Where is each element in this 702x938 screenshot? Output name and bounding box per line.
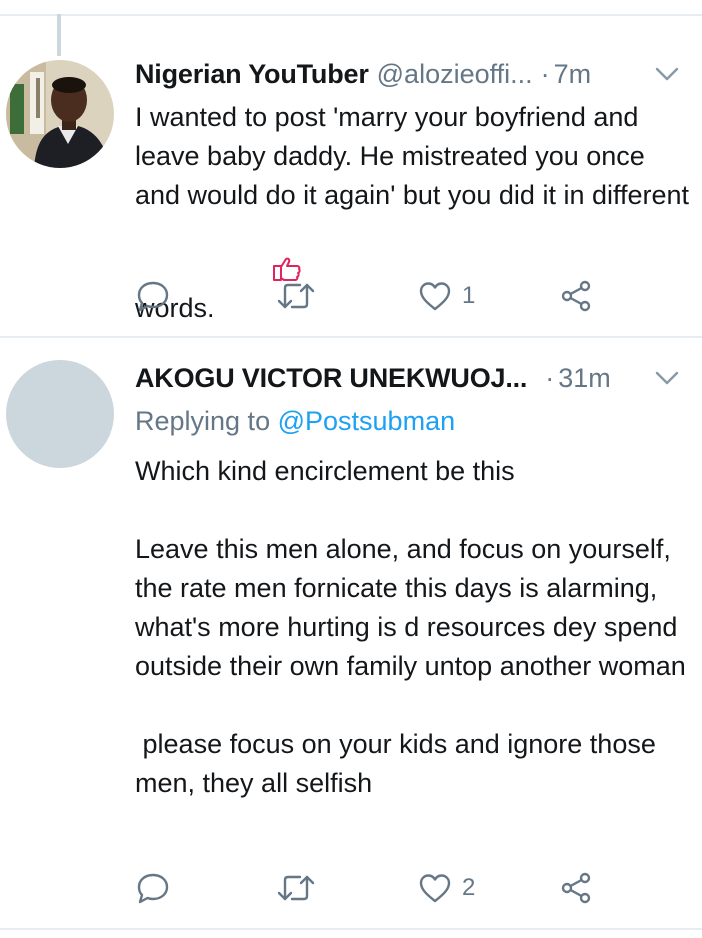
author-name[interactable]: Nigerian YouTuber (135, 59, 369, 90)
bottom-divider (0, 928, 702, 930)
reply-icon (137, 281, 169, 312)
tweet-time[interactable]: 7m (554, 59, 592, 90)
tweet-text: I wanted to post 'marry your boyfriend a… (135, 98, 695, 332)
heart-icon (419, 282, 451, 311)
reply-button[interactable] (136, 870, 180, 906)
share-button[interactable] (560, 278, 592, 314)
avatar[interactable] (6, 60, 114, 168)
tweet-paragraph: please focus on your kids and ignore tho… (135, 729, 664, 798)
replying-to-label: Replying to (135, 406, 271, 436)
tweet-time[interactable]: 31m (558, 363, 611, 394)
author-handle[interactable]: @alozieoffi... (377, 59, 533, 90)
share-button[interactable] (560, 870, 592, 906)
replying-to-line: Replying to @Postsubman (135, 406, 455, 437)
avatar-photo (6, 60, 114, 168)
retweet-button[interactable] (276, 278, 326, 314)
share-icon (561, 872, 591, 904)
tweet-paragraph: Which kind encirclement be this (135, 456, 515, 486)
thread-connector-line (57, 14, 61, 56)
tweet-header: Nigerian YouTuber @alozieoffi... · 7m (135, 54, 680, 94)
tweet-body: I wanted to post 'marry your boyfriend a… (135, 102, 697, 323)
like-button[interactable]: 1 (418, 278, 475, 314)
tweet-paragraph: Leave this men alone, and focus on yours… (135, 534, 686, 681)
avatar-placeholder[interactable] (6, 360, 114, 468)
heart-icon (419, 874, 451, 903)
mention-link[interactable]: @Postsubman (278, 406, 456, 436)
separator-dot: · (545, 362, 555, 393)
chevron-down-icon[interactable] (654, 368, 680, 388)
like-count: 1 (462, 282, 476, 309)
top-divider (0, 14, 702, 16)
retweet-button[interactable] (276, 870, 326, 906)
like-button[interactable]: 2 (418, 870, 475, 906)
like-count: 2 (462, 874, 476, 901)
reply-button[interactable] (136, 278, 180, 314)
reply-icon (137, 873, 169, 904)
tweet-divider (0, 336, 702, 338)
retweet-icon (277, 875, 315, 901)
tweet-header: AKOGU VICTOR UNEKWUOJ... · 31m (135, 358, 680, 398)
author-name[interactable]: AKOGU VICTOR UNEKWUOJ... (135, 363, 527, 394)
share-icon (561, 280, 591, 312)
thumbs-up-icon (227, 215, 302, 332)
chevron-down-icon[interactable] (654, 64, 680, 84)
tweet-text: Which kind encirclement be this Leave th… (135, 452, 695, 803)
retweet-icon (277, 283, 315, 309)
separator-dot: · (540, 58, 550, 89)
